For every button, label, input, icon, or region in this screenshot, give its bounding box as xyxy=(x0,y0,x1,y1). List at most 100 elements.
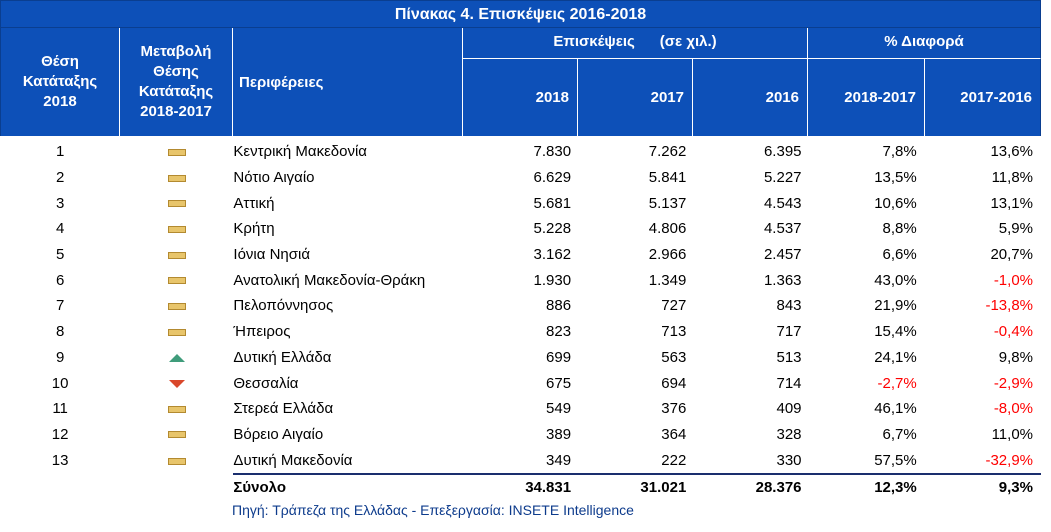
visits-2017-cell: 364 xyxy=(661,425,687,443)
rank-change-cell xyxy=(120,190,233,216)
region-cell: Πελοπόννησος xyxy=(233,297,334,315)
region-cell: Δυτική Μακεδονία xyxy=(233,451,353,469)
rank-cell: 13 xyxy=(51,452,69,470)
header-2017: 2017 xyxy=(578,58,693,136)
no-change-dash-icon xyxy=(167,277,186,285)
visits-2017-cell: 1.349 xyxy=(648,271,687,289)
up-triangle-icon xyxy=(168,353,185,362)
region-cell: Ιόνια Νησιά xyxy=(233,246,311,264)
diff-2017-2016-cell: 13,6% xyxy=(990,143,1033,161)
region-cell: Αττική xyxy=(233,194,275,212)
rank-cell: 11 xyxy=(52,400,68,418)
total-2017: 31.021 xyxy=(579,472,695,501)
visits-2018-cell: 549 xyxy=(546,400,572,418)
rank-change-cell xyxy=(120,319,233,345)
rank-change-cell xyxy=(120,370,233,396)
table-row: 3 Αττική 5.681 5.137 4.543 10,6% 13,1% xyxy=(0,190,1041,216)
table-row: 11 Στερεά Ελλάδα 549 376 409 46,1% -8,0% xyxy=(0,396,1041,422)
visits-2016-cell: 330 xyxy=(776,451,802,469)
no-change-dash-icon xyxy=(167,457,186,465)
region-cell: Κρήτη xyxy=(233,220,275,238)
visits-2018-cell: 6.629 xyxy=(533,169,572,187)
header-change-line3: Κατάταξης xyxy=(138,83,214,100)
diff-2017-2016-cell: -32,9% xyxy=(985,451,1033,469)
rank-change-cell xyxy=(120,139,233,165)
no-change-dash-icon xyxy=(167,174,186,182)
total-diff-2018-2017: 12,3% xyxy=(809,472,925,501)
table-row: 10 Θεσσαλία 675 694 714 -2,7% -2,9% xyxy=(0,370,1041,396)
visits-2017-cell: 222 xyxy=(661,451,687,469)
header-2018: 2018 xyxy=(463,58,578,136)
diff-2018-2017-cell: 24,1% xyxy=(874,348,917,366)
diff-2018-2017-cell: 6,7% xyxy=(882,425,917,443)
header-diff-2017-2016: 2017-2016 xyxy=(925,58,1041,136)
table-row: 6 Ανατολική Μακεδονία-Θράκη 1.930 1.349 1.36… xyxy=(0,267,1041,293)
rank-change-cell xyxy=(120,396,233,422)
region-cell: Κεντρική Μακεδονία xyxy=(233,143,367,161)
visits-2018-cell: 699 xyxy=(546,348,572,366)
no-change-dash-icon xyxy=(167,251,186,259)
visits-2016-cell: 843 xyxy=(776,297,802,315)
visits-2016-cell: 409 xyxy=(776,400,802,418)
rank-change-cell xyxy=(120,216,233,242)
visits-2016-cell: 2.457 xyxy=(763,246,802,264)
rank-cell: 4 xyxy=(55,220,65,238)
visits-2017-cell: 563 xyxy=(661,348,687,366)
rank-change-cell xyxy=(120,267,233,293)
table-row: 9 Δυτική Ελλάδα 699 563 513 24,1% 9,8% xyxy=(0,345,1041,371)
visits-2017-cell: 694 xyxy=(661,374,687,392)
no-change-dash-icon xyxy=(167,148,186,156)
rank-cell: 3 xyxy=(55,194,65,212)
table-row: 4 Κρήτη 5.228 4.806 4.537 8,8% 5,9% xyxy=(0,216,1041,242)
no-change-dash-icon xyxy=(167,405,186,413)
header-2016: 2016 xyxy=(693,58,808,136)
visits-2018-cell: 349 xyxy=(546,451,572,469)
rank-cell: 7 xyxy=(55,297,65,315)
visits-2017-cell: 4.806 xyxy=(648,220,687,238)
table-container: Πίνακας 4. Επισκέψεις 2016-2018 Θέση Κατ… xyxy=(0,0,1051,532)
diff-2018-2017-cell: 7,8% xyxy=(882,143,917,161)
header-rank: Θέση Κατάταξης 2018 xyxy=(0,28,120,136)
diff-2017-2016-cell: -1,0% xyxy=(993,271,1033,289)
rank-change-cell xyxy=(120,242,233,268)
visits-2018-cell: 7.830 xyxy=(533,143,572,161)
diff-2017-2016-cell: 20,7% xyxy=(990,246,1033,264)
header-region-label: Περιφέρειες xyxy=(239,73,324,91)
visits-2018-cell: 886 xyxy=(546,297,572,315)
no-change-dash-icon xyxy=(167,200,186,208)
rank-cell: 10 xyxy=(51,374,69,392)
diff-2017-2016-cell: -2,9% xyxy=(993,374,1033,392)
rank-cell: 6 xyxy=(55,271,65,289)
rank-cell: 2 xyxy=(55,169,65,187)
visits-2017-cell: 713 xyxy=(661,323,687,341)
visits-2017-cell: 2.966 xyxy=(648,246,687,264)
rank-change-cell xyxy=(120,345,233,371)
visits-2018-cell: 823 xyxy=(546,323,572,341)
total-diff-2017-2016: 9,3% xyxy=(924,472,1041,501)
rank-cell: 1 xyxy=(55,143,65,161)
diff-2017-2016-cell: 5,9% xyxy=(998,220,1033,238)
visits-2016-cell: 4.543 xyxy=(763,194,802,212)
visits-2016-cell: 714 xyxy=(776,374,802,392)
visits-2017-cell: 727 xyxy=(661,297,687,315)
visits-table: 1 Κεντρική Μακεδονία 7.830 7.262 6.395 7,8% 13… xyxy=(0,139,1041,501)
diff-2017-2016-cell: 11,8% xyxy=(991,169,1033,187)
table-row: 8 Ήπειρος 823 713 717 15,4% -0,4% xyxy=(0,319,1041,345)
region-cell: Στερεά Ελλάδα xyxy=(233,400,334,418)
header-change-line2: Θέσης xyxy=(153,63,199,80)
visits-2018-cell: 675 xyxy=(546,374,572,392)
diff-2017-2016-cell: -8,0% xyxy=(993,400,1033,418)
rank-change-cell xyxy=(120,447,233,474)
visits-2018-cell: 3.162 xyxy=(533,246,572,264)
region-cell: Νότιο Αιγαίο xyxy=(233,169,315,187)
header-change: Μεταβολή Θέσης Κατάταξης 2018-2017 xyxy=(120,28,233,136)
visits-2018-cell: 1.930 xyxy=(533,271,572,289)
no-change-dash-icon xyxy=(167,431,186,439)
header-change-line1: Μεταβολή xyxy=(140,43,212,60)
diff-2018-2017-cell: 10,6% xyxy=(874,194,917,212)
diff-2017-2016-cell: -0,4% xyxy=(993,323,1033,341)
visits-2017-cell: 376 xyxy=(661,400,687,418)
no-change-dash-icon xyxy=(167,303,186,310)
header-rank-line3: 2018 xyxy=(43,93,77,110)
diff-2017-2016-cell: -13,8% xyxy=(985,297,1033,315)
